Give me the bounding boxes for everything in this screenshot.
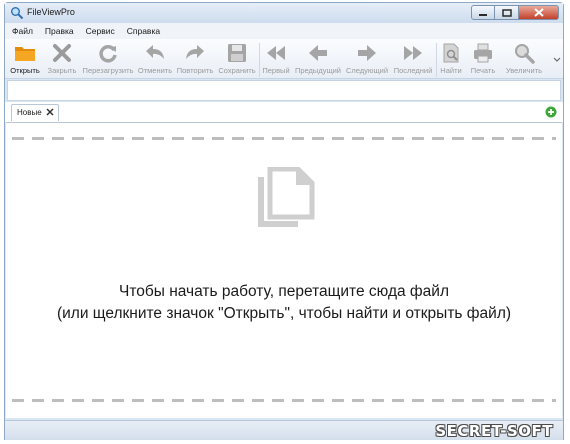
undo-icon: [146, 45, 164, 59]
app-window: FileViewPro Файл Правка Сервис Справка О…: [4, 2, 564, 440]
toolbar: Открыть Закрыть Перезагрузить Отменить П…: [5, 39, 563, 79]
next-button[interactable]: Следующий: [344, 39, 390, 79]
menu-service[interactable]: Сервис: [86, 26, 115, 36]
reload-button[interactable]: Перезагрузить: [81, 39, 135, 79]
close-window-button[interactable]: [519, 5, 559, 20]
menu-file[interactable]: Файл: [12, 26, 33, 36]
drop-hint-line-1: Чтобы начать работу, перетащите сюда фай…: [119, 283, 449, 300]
last-icon: [404, 46, 422, 60]
print-button[interactable]: Печать: [466, 39, 500, 79]
toolbar-overflow-chevron-icon[interactable]: [553, 54, 561, 64]
documents-icon: [258, 167, 315, 227]
tab-strip: Новые: [5, 102, 563, 122]
save-icon: [228, 44, 246, 62]
menu-bar: Файл Правка Сервис Справка: [5, 23, 563, 39]
close-file-button[interactable]: Закрыть: [44, 39, 80, 79]
watermark: SECRET-SOFT: [435, 422, 553, 440]
add-tab-icon[interactable]: [545, 106, 557, 118]
menu-edit[interactable]: Правка: [45, 26, 74, 36]
address-bar[interactable]: [7, 80, 561, 101]
previous-button[interactable]: Предыдущий: [293, 39, 343, 79]
zoom-button[interactable]: Увеличить: [501, 39, 547, 79]
magnifier-icon: [11, 7, 24, 20]
open-button[interactable]: Открыть: [7, 39, 43, 79]
drop-hint-line-2: (или щелкните значок "Открыть", чтобы на…: [56, 305, 512, 322]
close-x-icon: [53, 44, 71, 62]
title-bar[interactable]: FileViewPro: [5, 3, 563, 23]
drop-zone[interactable]: Чтобы начать работу, перетащите сюда фай…: [6, 122, 562, 418]
tab-new[interactable]: Новые: [11, 104, 59, 121]
first-icon: [267, 46, 285, 60]
print-icon: [474, 43, 492, 63]
last-button[interactable]: Последний: [391, 39, 435, 79]
reload-icon: [99, 45, 117, 63]
minimize-icon: [479, 13, 487, 16]
menu-help[interactable]: Справка: [127, 26, 160, 36]
previous-icon: [309, 45, 327, 61]
maximize-button[interactable]: [495, 5, 519, 20]
folder-icon: [15, 47, 35, 61]
close-icon: [533, 8, 544, 17]
zoom-icon: [515, 44, 535, 64]
redo-icon: [186, 45, 204, 59]
first-button[interactable]: Первый: [260, 39, 292, 79]
next-icon: [358, 45, 376, 61]
maximize-icon: [501, 8, 512, 17]
dashed-divider: [12, 399, 556, 402]
find-icon: [443, 43, 459, 63]
save-button[interactable]: Сохранить: [216, 39, 258, 79]
find-button[interactable]: Найти: [437, 39, 465, 79]
redo-button[interactable]: Повторить: [175, 39, 215, 79]
status-bar: SECRET-SOFT: [5, 420, 563, 440]
dashed-divider: [12, 137, 556, 140]
minimize-button[interactable]: [471, 5, 495, 20]
tab-close-icon[interactable]: [46, 108, 54, 116]
window-title: FileViewPro: [27, 7, 75, 17]
undo-button[interactable]: Отменить: [136, 39, 174, 79]
